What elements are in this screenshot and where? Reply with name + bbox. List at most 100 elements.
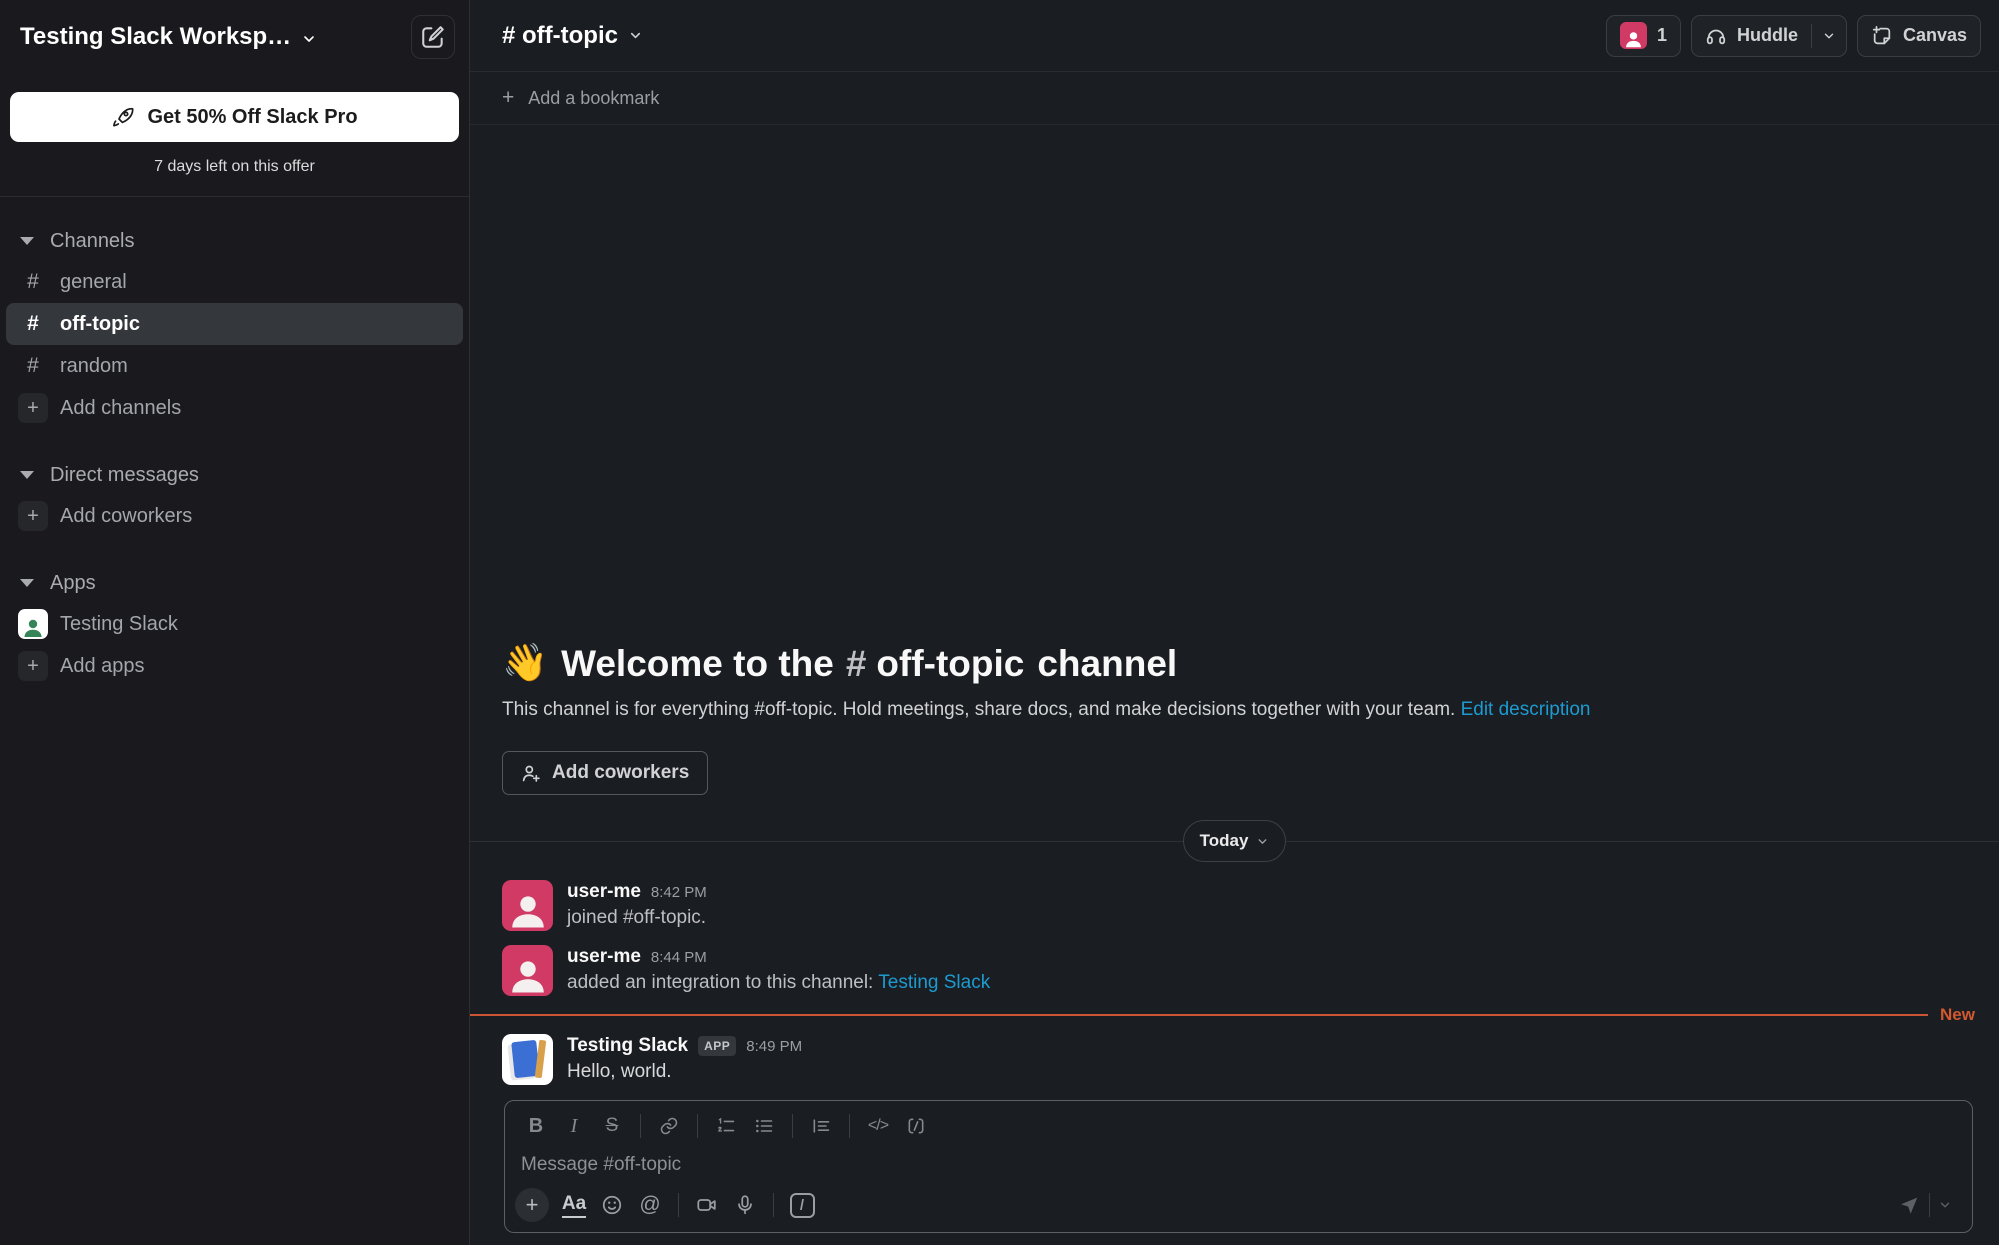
workspace-switcher[interactable]: Testing Slack Worksp… <box>20 23 317 51</box>
message-text: joined #off-topic. <box>567 907 707 929</box>
member-avatar <box>1620 22 1647 49</box>
welcome-title: 👋 Welcome to the # off-topic channel <box>502 642 1967 685</box>
blockquote-icon <box>811 1116 831 1136</box>
canvas-label: Canvas <box>1903 25 1967 46</box>
avatar[interactable] <box>502 880 553 931</box>
edit-description-link[interactable]: Edit description <box>1461 699 1591 720</box>
message-timestamp[interactable]: 8:49 PM <box>746 1038 802 1055</box>
spacer <box>6 537 463 563</box>
new-divider-line <box>470 1014 1928 1016</box>
sidebar: Testing Slack Worksp… Get 50% Off Slack … <box>0 0 470 1245</box>
bullet-list-button[interactable] <box>745 1110 783 1142</box>
sidebar-item-testing-slack-app[interactable]: Testing Slack <box>6 603 463 645</box>
strikethrough-button[interactable]: S <box>593 1110 631 1142</box>
message-row[interactable]: Testing Slack APP 8:49 PM Hello, world. <box>470 1027 1999 1092</box>
dm-section-header[interactable]: Direct messages <box>6 455 463 495</box>
main-content: # off-topic 1 Huddle <box>470 0 1999 1245</box>
formatting-toolbar: B I S <box>505 1101 1972 1144</box>
italic-button[interactable]: I <box>555 1110 593 1142</box>
formatting-toggle-button[interactable]: Aa <box>555 1188 593 1222</box>
channel-header: # off-topic 1 Huddle <box>470 0 1999 72</box>
toolbar-divider <box>792 1114 793 1138</box>
send-group <box>1889 1188 1960 1222</box>
apps-section-header[interactable]: Apps <box>6 563 463 603</box>
message-author[interactable]: Testing Slack <box>567 1035 688 1057</box>
message-composer: B I S <box>504 1100 1973 1233</box>
bold-button[interactable]: B <box>517 1110 555 1142</box>
hash-icon: # <box>20 270 46 294</box>
dm-section-label: Direct messages <box>50 464 199 487</box>
message-author[interactable]: user-me <box>567 881 641 903</box>
sidebar-item-off-topic[interactable]: # off-topic <box>6 303 463 345</box>
upgrade-offer-button[interactable]: Get 50% Off Slack Pro <box>10 92 459 142</box>
mention-button[interactable]: @ <box>631 1188 669 1222</box>
offer-countdown: 7 days left on this offer <box>10 158 459 176</box>
ordered-list-icon <box>716 1116 736 1136</box>
app-message-avatar[interactable] <box>502 1034 553 1085</box>
emoji-icon <box>601 1194 623 1216</box>
members-button[interactable]: 1 <box>1606 15 1681 57</box>
aa-icon: Aa <box>562 1193 586 1218</box>
integration-link[interactable]: Testing Slack <box>878 972 990 993</box>
header-actions: 1 Huddle Canvas <box>1606 15 1981 57</box>
person-icon <box>507 889 549 931</box>
add-apps-button[interactable]: + Add apps <box>6 645 463 687</box>
send-options-button[interactable] <box>1930 1188 1960 1222</box>
link-icon <box>659 1116 679 1136</box>
chevron-down-icon <box>1938 1198 1952 1212</box>
message-author[interactable]: user-me <box>567 946 641 968</box>
toolbar-divider <box>697 1114 698 1138</box>
slash-command-icon: / <box>790 1193 815 1218</box>
message-timestamp[interactable]: 8:44 PM <box>651 949 707 966</box>
sidebar-item-general[interactable]: # general <box>6 261 463 303</box>
video-clip-button[interactable] <box>688 1188 726 1222</box>
message-row[interactable]: user-me 8:44 PM added an integration to … <box>470 938 1999 1003</box>
plus-icon: + <box>18 651 48 681</box>
huddle-button[interactable]: Huddle <box>1691 15 1847 57</box>
add-channels-button[interactable]: + Add channels <box>6 387 463 429</box>
person-icon <box>1623 28 1644 49</box>
message-input[interactable] <box>521 1154 1956 1176</box>
channels-section-header[interactable]: Channels <box>6 221 463 261</box>
channel-label: random <box>60 355 128 378</box>
message-text: Hello, world. <box>567 1061 802 1083</box>
video-camera-icon <box>696 1194 718 1216</box>
add-bookmark-bar[interactable]: + Add a bookmark <box>470 72 1999 125</box>
app-avatar <box>18 609 48 639</box>
ordered-list-button[interactable] <box>707 1110 745 1142</box>
canvas-button[interactable]: Canvas <box>1857 15 1981 57</box>
channel-title: # off-topic <box>502 22 618 50</box>
add-coworkers-button-sidebar[interactable]: + Add coworkers <box>6 495 463 537</box>
avatar[interactable] <box>502 945 553 996</box>
chevron-down-icon <box>1256 835 1269 848</box>
code-button[interactable]: </> <box>859 1110 897 1142</box>
chevron-down-icon <box>301 31 317 47</box>
message-row[interactable]: user-me 8:42 PM joined #off-topic. <box>470 873 1999 938</box>
welcome-title-suffix: channel <box>1037 643 1177 685</box>
huddle-toggle[interactable]: Huddle <box>1692 16 1811 56</box>
add-coworkers-label: Add coworkers <box>60 505 192 528</box>
code-block-button[interactable] <box>897 1110 935 1142</box>
spacer <box>6 429 463 455</box>
message-pane: 👋 Welcome to the # off-topic channel Thi… <box>470 125 1999 1245</box>
send-button[interactable] <box>1889 1188 1929 1222</box>
blockquote-button[interactable] <box>802 1110 840 1142</box>
huddle-options[interactable] <box>1812 16 1846 56</box>
link-button[interactable] <box>650 1110 688 1142</box>
emoji-button[interactable] <box>593 1188 631 1222</box>
audio-clip-button[interactable] <box>726 1188 764 1222</box>
message-timestamp[interactable]: 8:42 PM <box>651 884 707 901</box>
workspace-header: Testing Slack Worksp… <box>0 0 469 74</box>
compose-icon <box>420 24 446 50</box>
shortcuts-button[interactable]: / <box>783 1188 821 1222</box>
member-count: 1 <box>1657 25 1667 46</box>
sidebar-item-random[interactable]: # random <box>6 345 463 387</box>
attach-button[interactable]: + <box>515 1188 549 1222</box>
new-message-button[interactable] <box>411 15 455 59</box>
channel-title-button[interactable]: # off-topic <box>502 22 643 50</box>
hash-icon: # <box>20 312 46 336</box>
date-label: Today <box>1200 831 1249 851</box>
rocket-icon <box>111 105 135 129</box>
add-coworkers-button[interactable]: Add coworkers <box>502 751 708 795</box>
date-pill[interactable]: Today <box>1183 820 1287 862</box>
